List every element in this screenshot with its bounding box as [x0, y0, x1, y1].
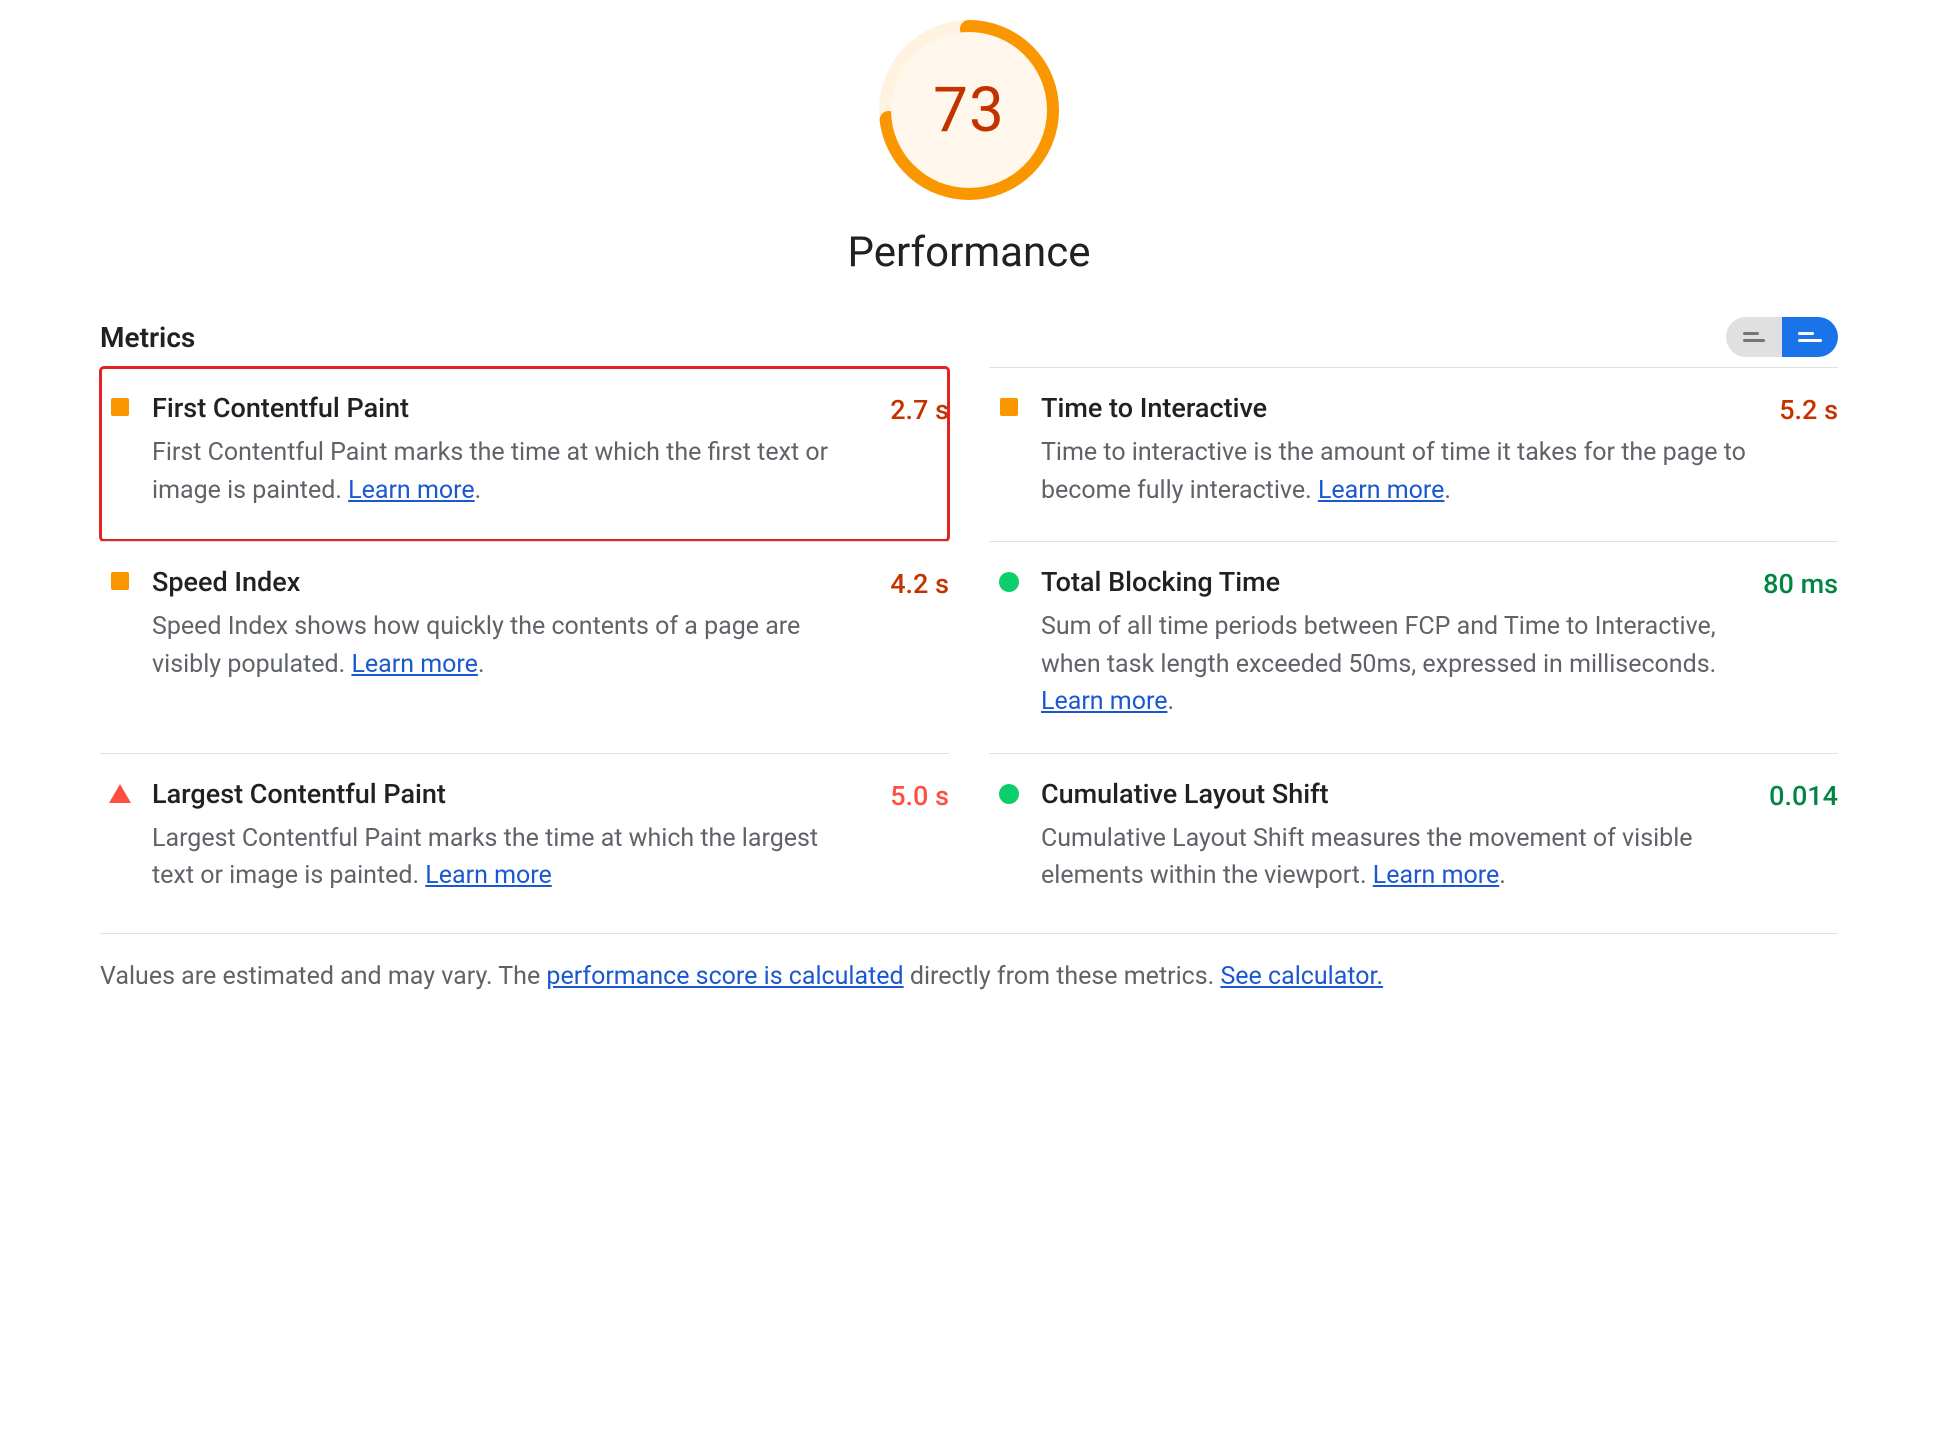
learn-more-link[interactable]: Learn more	[1373, 861, 1499, 890]
footnote-link-calculation[interactable]: performance score is calculated	[546, 962, 903, 991]
score-gauge-section: 73 Performance	[100, 20, 1838, 277]
metrics-header: Metrics	[100, 317, 1838, 357]
metric-body: Time to Interactive Time to interactive i…	[1041, 392, 1767, 509]
footnote: Values are estimated and may vary. The p…	[100, 933, 1838, 991]
metric-value: 5.2 s	[1779, 392, 1838, 509]
metric-description: Largest Contentful Paint marks the time …	[152, 820, 864, 895]
metric-description: Cumulative Layout Shift measures the mov…	[1041, 820, 1743, 895]
footnote-mid: directly from these metrics.	[904, 962, 1221, 991]
gauge-title: Performance	[848, 228, 1091, 277]
score-gauge: 73	[879, 20, 1059, 200]
metric-card: Cumulative Layout Shift Cumulative Layout…	[989, 753, 1838, 927]
metric-status	[989, 566, 1029, 721]
metric-card: Total Blocking Time Sum of all time perio…	[989, 541, 1838, 753]
learn-more-link[interactable]: Learn more	[351, 650, 477, 679]
metric-title: Total Blocking Time	[1041, 566, 1737, 598]
status-good-icon	[999, 572, 1019, 592]
metric-card: Largest Contentful Paint Largest Contentf…	[100, 753, 949, 927]
metric-description: Speed Index shows how quickly the conten…	[152, 608, 864, 683]
metric-description: Sum of all time periods between FCP and …	[1041, 608, 1737, 721]
view-toggle-expanded[interactable]	[1782, 317, 1838, 357]
metric-card: First Contentful Paint First Contentful P…	[100, 367, 949, 541]
metrics-heading: Metrics	[100, 321, 195, 354]
metric-card: Time to Interactive Time to interactive i…	[989, 367, 1838, 541]
metric-status	[989, 778, 1029, 895]
metric-desc-text: Cumulative Layout Shift measures the mov…	[1041, 824, 1693, 891]
metric-desc-text: First Contentful Paint marks the time at…	[152, 438, 828, 505]
metric-desc-post: .	[1499, 861, 1506, 890]
metric-desc-post: .	[475, 476, 482, 505]
status-average-icon	[1000, 398, 1018, 416]
metric-body: Largest Contentful Paint Largest Contentf…	[152, 778, 878, 895]
view-toggle	[1726, 317, 1838, 357]
metric-value: 4.2 s	[890, 566, 949, 721]
metric-body: First Contentful Paint First Contentful P…	[152, 392, 878, 509]
metric-status	[100, 392, 140, 509]
metric-desc-post: .	[1444, 476, 1451, 505]
metrics-grid: First Contentful Paint First Contentful P…	[100, 367, 1838, 927]
metric-desc-post: .	[478, 650, 485, 679]
learn-more-link[interactable]: Learn more	[1041, 687, 1167, 716]
metric-description: First Contentful Paint marks the time at…	[152, 434, 864, 509]
metric-value: 2.7 s	[890, 392, 949, 509]
status-poor-icon	[109, 784, 131, 803]
footnote-link-calculator[interactable]: See calculator.	[1220, 962, 1383, 991]
status-average-icon	[111, 572, 129, 590]
metric-title: Cumulative Layout Shift	[1041, 778, 1743, 810]
metric-body: Cumulative Layout Shift Cumulative Layout…	[1041, 778, 1757, 895]
learn-more-link[interactable]: Learn more	[425, 861, 551, 890]
footnote-pre: Values are estimated and may vary. The	[100, 962, 546, 991]
metric-title: Speed Index	[152, 566, 864, 598]
performance-report: 73 Performance Metrics First Contentful …	[0, 0, 1938, 1031]
metric-value: 5.0 s	[890, 778, 949, 895]
metric-status	[100, 566, 140, 721]
view-toggle-compact[interactable]	[1726, 317, 1782, 357]
gauge-score-value: 73	[933, 74, 1005, 147]
status-average-icon	[111, 398, 129, 416]
metric-title: Time to Interactive	[1041, 392, 1753, 424]
expanded-icon	[1798, 332, 1822, 342]
metric-title: Largest Contentful Paint	[152, 778, 864, 810]
metric-desc-post: .	[1167, 687, 1174, 716]
gauge-inner: 73	[891, 32, 1047, 188]
learn-more-link[interactable]: Learn more	[1318, 476, 1444, 505]
metric-title: First Contentful Paint	[152, 392, 864, 424]
metric-body: Speed Index Speed Index shows how quickly…	[152, 566, 878, 721]
metric-body: Total Blocking Time Sum of all time perio…	[1041, 566, 1751, 721]
metric-value: 80 ms	[1763, 566, 1838, 721]
metric-card: Speed Index Speed Index shows how quickly…	[100, 541, 949, 753]
metric-description: Time to interactive is the amount of tim…	[1041, 434, 1753, 509]
metric-status	[989, 392, 1029, 509]
status-good-icon	[999, 784, 1019, 804]
learn-more-link[interactable]: Learn more	[348, 476, 474, 505]
metric-value: 0.014	[1769, 778, 1838, 895]
metric-status	[100, 778, 140, 895]
compact-icon	[1743, 332, 1765, 342]
metric-desc-text: Sum of all time periods between FCP and …	[1041, 612, 1716, 679]
